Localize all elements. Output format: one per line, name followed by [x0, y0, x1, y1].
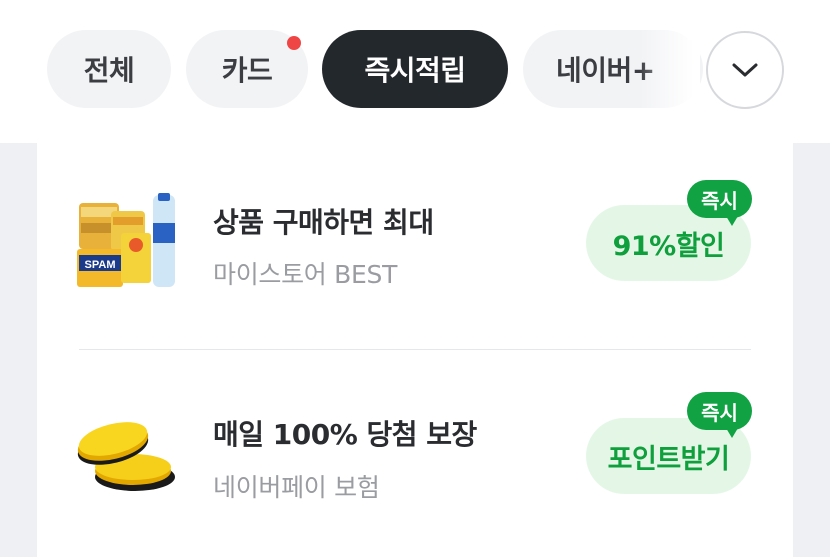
offer-title: 상품 구매하면 최대	[213, 206, 434, 239]
svg-text:SPAM: SPAM	[85, 259, 116, 271]
expand-tabs-button[interactable]	[706, 31, 784, 109]
tab-instant-reward[interactable]: 즉시적립	[322, 30, 508, 108]
new-notification-dot	[287, 36, 301, 50]
offer-title: 매일 100% 당첨 보장	[213, 418, 477, 451]
offer-subtitle: 네이버페이 보험	[213, 473, 380, 502]
chevron-down-icon	[732, 63, 758, 77]
tab-all[interactable]: 전체	[47, 30, 171, 108]
offer-subtitle: 마이스토어 BEST	[213, 260, 398, 289]
category-tab-bar: 전체 카드 즉시적립 네이버+	[0, 0, 830, 143]
tab-scroll-fade	[640, 24, 700, 116]
gold-coins-thumbnail	[77, 422, 175, 491]
instant-badge: 즉시	[687, 180, 752, 226]
offer-item[interactable]: 매일 100% 당첨 보장 네이버페이 보험 포인트받기 즉시	[37, 350, 793, 557]
offer-item[interactable]: SPAM 상품 구매하면 최대 마이스토어 BEST 91%할인 즉시	[37, 143, 793, 350]
offer-list: SPAM 상품 구매하면 최대 마이스토어 BEST 91%할인 즉시 매일 1…	[37, 143, 793, 557]
groceries-thumbnail: SPAM	[77, 193, 175, 287]
instant-badge: 즉시	[687, 392, 752, 438]
